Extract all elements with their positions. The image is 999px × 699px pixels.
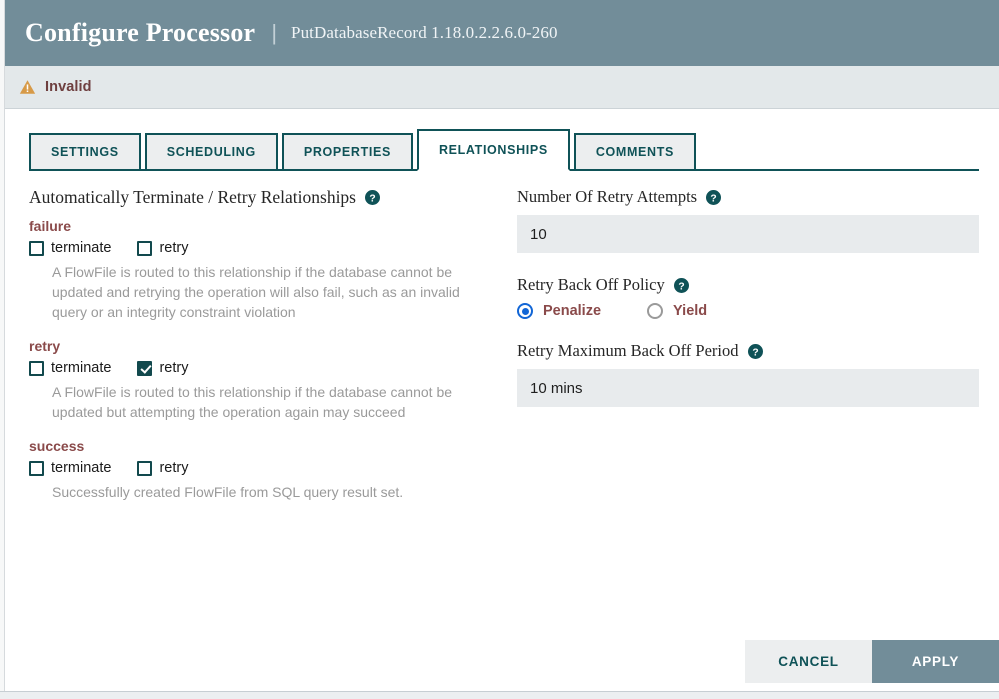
retry-attempts-input[interactable]: 10 <box>517 215 979 253</box>
radio-penalize[interactable]: Penalize <box>517 303 601 319</box>
radio-dot <box>647 303 664 319</box>
field-label-text: Retry Maximum Back Off Period <box>517 341 739 360</box>
svg-text:?: ? <box>752 347 758 358</box>
relationship-checkbox-row: terminate retry <box>29 460 495 476</box>
page-title: Configure Processor <box>25 18 256 47</box>
radio-label: Penalize <box>543 303 602 319</box>
relationship-checkbox-row: terminate retry <box>29 360 495 376</box>
field-label: Number Of Retry Attempts ? <box>517 187 979 207</box>
dialog-footer: CANCEL APPLY <box>5 640 999 683</box>
field-label: Retry Maximum Back Off Period ? <box>517 341 979 361</box>
checkbox-label: terminate <box>51 460 112 476</box>
relationships-heading-label: Automatically Terminate / Retry Relation… <box>29 187 356 207</box>
checkbox-box <box>29 460 44 476</box>
checkbox-box <box>137 240 153 256</box>
relationship-description: Successfully created FlowFile from SQL q… <box>52 484 404 500</box>
terminate-checkbox-failure[interactable]: terminate <box>29 240 111 256</box>
dialog-body: Automatically Terminate / Retry Relation… <box>5 171 999 641</box>
title-separator: | <box>271 20 278 45</box>
apply-button[interactable]: APPLY <box>872 640 999 683</box>
tab-scheduling[interactable]: SCHEDULING <box>144 133 278 171</box>
retry-checkbox-retry[interactable]: retry <box>137 360 188 376</box>
field-label-text: Retry Back Off Policy <box>517 275 665 294</box>
relationships-heading: Automatically Terminate / Retry Relation… <box>29 187 495 208</box>
back-off-policy-radio-group: Penalize Yield <box>517 303 979 319</box>
relationship-block-success: success terminate retry Successfully cre… <box>29 438 495 502</box>
relationship-name: failure <box>29 218 72 234</box>
terminate-checkbox-retry[interactable]: terminate <box>29 360 111 376</box>
checkbox-label: terminate <box>51 240 112 256</box>
checkbox-box <box>29 240 44 256</box>
retry-checkbox-success[interactable]: retry <box>137 460 188 476</box>
checkbox-label: retry <box>159 360 189 376</box>
field-label: Retry Back Off Policy ? <box>517 275 979 295</box>
help-circle-icon[interactable]: ? <box>747 343 763 359</box>
checkbox-label: retry <box>159 460 189 476</box>
validation-status-bar: Invalid <box>5 66 999 109</box>
relationship-name: success <box>29 438 85 454</box>
checkbox-box <box>137 360 153 376</box>
relationship-checkbox-row: terminate retry <box>29 240 495 256</box>
cancel-button[interactable]: CANCEL <box>745 640 872 683</box>
relationship-block-failure: failure terminate retry A FlowFile is ro… <box>29 218 495 322</box>
tab-bar: SETTINGS SCHEDULING PROPERTIES RELATIONS… <box>5 129 999 171</box>
checkbox-box <box>29 360 44 376</box>
help-circle-icon[interactable]: ? <box>706 189 722 205</box>
relationships-column: Automatically Terminate / Retry Relation… <box>29 187 495 641</box>
radio-yield[interactable]: Yield <box>647 303 707 319</box>
svg-text:?: ? <box>369 193 375 204</box>
tab-properties[interactable]: PROPERTIES <box>281 133 413 171</box>
processor-name-version: PutDatabaseRecord 1.18.0.2.2.6.0-260 <box>291 23 558 42</box>
relationship-block-retry: retry terminate retry A FlowFile is rout… <box>29 338 495 422</box>
tab-comments[interactable]: COMMENTS <box>573 133 696 171</box>
radio-dot <box>517 303 533 319</box>
retry-checkbox-failure[interactable]: retry <box>137 240 188 256</box>
help-circle-icon[interactable]: ? <box>365 190 380 205</box>
dialog-header: Configure Processor | PutDatabaseRecord … <box>5 0 999 66</box>
warning-triangle-icon <box>19 80 36 94</box>
tab-settings[interactable]: SETTINGS <box>29 133 141 171</box>
configure-processor-dialog: Configure Processor | PutDatabaseRecord … <box>5 0 999 691</box>
max-back-off-period-input[interactable]: 10 mins <box>517 369 979 407</box>
radio-label: Yield <box>673 303 708 319</box>
relationship-description: A FlowFile is routed to this relationshi… <box>52 384 453 420</box>
checkbox-label: terminate <box>51 360 112 376</box>
svg-text:?: ? <box>710 193 716 204</box>
field-label-text: Number Of Retry Attempts <box>517 187 698 206</box>
field-retry-back-off-policy: Retry Back Off Policy ? Penalize Yield <box>517 275 979 319</box>
terminate-checkbox-success[interactable]: terminate <box>29 460 111 476</box>
svg-text:?: ? <box>678 281 684 292</box>
relationship-name: retry <box>29 338 61 354</box>
status-badge: Invalid <box>45 79 92 95</box>
help-circle-icon[interactable]: ? <box>673 277 689 293</box>
retry-settings-column: Number Of Retry Attempts ? 10 Retry Back… <box>495 187 979 641</box>
tab-relationships[interactable]: RELATIONSHIPS <box>416 129 570 171</box>
background-bottom-strip <box>0 691 999 699</box>
relationship-description: A FlowFile is routed to this relationshi… <box>52 264 460 320</box>
checkbox-label: retry <box>159 240 189 256</box>
field-retry-maximum-back-off-period: Retry Maximum Back Off Period ? 10 mins <box>517 341 979 407</box>
field-number-of-retry-attempts: Number Of Retry Attempts ? 10 <box>517 187 979 253</box>
checkbox-box <box>137 460 153 476</box>
